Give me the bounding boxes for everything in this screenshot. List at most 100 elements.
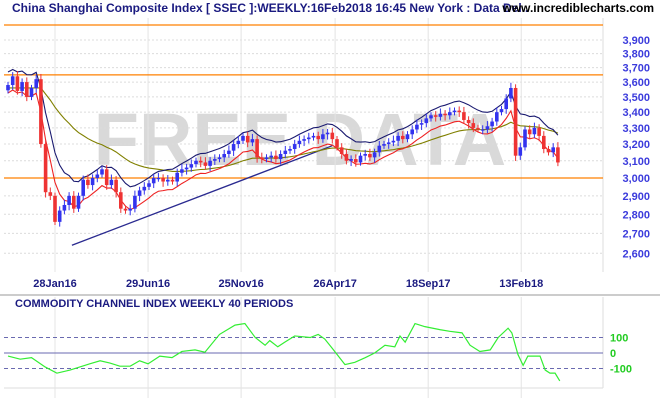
candle-body xyxy=(278,154,283,160)
candle-body xyxy=(476,127,480,130)
candle xyxy=(523,126,527,151)
price-tick-label: 3,500 xyxy=(622,92,650,104)
candle-body xyxy=(523,129,527,148)
candle-body xyxy=(344,154,349,161)
candle-body xyxy=(274,155,278,160)
price-tick-label: 3,900 xyxy=(622,35,650,47)
candle-body xyxy=(504,98,508,110)
candle-body xyxy=(513,87,518,156)
date-tick-label: 13Feb18 xyxy=(499,278,543,290)
candle-body xyxy=(325,132,330,135)
candle-body xyxy=(213,159,217,161)
date-tick-label: 18Sep17 xyxy=(406,278,451,290)
candle-body xyxy=(100,169,104,175)
price-tick-label: 3,200 xyxy=(622,139,650,151)
candle-body xyxy=(410,129,414,135)
candle-body xyxy=(372,152,377,158)
candle-body xyxy=(546,149,551,153)
candle-body xyxy=(288,149,292,151)
candle-body xyxy=(405,134,410,140)
candle-body xyxy=(443,113,447,116)
candle xyxy=(532,122,537,138)
candle-body xyxy=(231,144,236,151)
candle-body xyxy=(95,174,100,178)
candle-body xyxy=(556,147,560,163)
candle-body xyxy=(255,139,259,158)
candle-body xyxy=(25,82,29,97)
candle-body xyxy=(156,178,161,180)
candle xyxy=(142,182,147,195)
candle-body xyxy=(316,135,320,140)
candle xyxy=(119,187,123,213)
candle-body xyxy=(137,190,142,196)
candle-body xyxy=(311,135,316,138)
candle xyxy=(29,84,34,101)
price-tick-label: 3,300 xyxy=(622,123,650,135)
candle-body xyxy=(175,172,179,182)
price-tick-label: 3,400 xyxy=(622,107,650,119)
price-tick-label: 3,800 xyxy=(622,49,650,61)
cci-line xyxy=(7,322,561,382)
price-tick-label: 2,900 xyxy=(622,191,650,203)
price-tick-label: 3,700 xyxy=(622,63,650,75)
candle-body xyxy=(335,139,339,148)
price-tick-label: 2,700 xyxy=(622,228,650,240)
candle-body xyxy=(448,112,452,116)
candle-body xyxy=(29,87,34,97)
date-tick-label: 25Nov16 xyxy=(218,278,263,290)
candle xyxy=(62,199,67,215)
candle-body xyxy=(466,119,471,124)
candle xyxy=(48,187,53,201)
candle-body xyxy=(292,144,297,150)
candle xyxy=(25,77,29,102)
candle-body xyxy=(551,147,555,153)
candle-body xyxy=(424,118,429,124)
candle-body xyxy=(438,113,443,117)
candle-body xyxy=(15,76,20,91)
price-tick-label: 2,600 xyxy=(622,248,650,260)
cci-tick-label: -100 xyxy=(610,364,632,376)
candle xyxy=(128,204,132,216)
candle-body xyxy=(236,140,241,145)
cci-tick-label: 0 xyxy=(610,348,616,360)
candle xyxy=(546,145,551,156)
candle-body xyxy=(67,195,71,205)
candle-body xyxy=(532,127,537,135)
candle xyxy=(556,142,560,167)
candle-body xyxy=(208,160,212,166)
candle-body xyxy=(20,82,24,91)
candle-body xyxy=(114,179,118,193)
candle-body xyxy=(189,164,194,168)
candle xyxy=(527,125,532,140)
candle-body xyxy=(485,126,490,130)
candle-body xyxy=(119,192,123,209)
candle-body xyxy=(166,179,170,182)
price-tick-label: 3,600 xyxy=(622,77,650,89)
candle-body xyxy=(302,139,306,141)
candle-body xyxy=(462,112,466,120)
candle-body xyxy=(194,160,198,165)
candle-body xyxy=(184,167,189,170)
candle xyxy=(509,82,513,103)
candle-body xyxy=(509,87,513,99)
candle-body xyxy=(415,124,419,130)
candle-body xyxy=(457,110,461,113)
candle-body xyxy=(109,179,114,186)
candle xyxy=(57,206,62,227)
candle-body xyxy=(147,183,151,187)
price-tick-label: 2,800 xyxy=(622,209,650,221)
candle xyxy=(137,186,142,202)
candle-body xyxy=(227,150,231,155)
candle-body xyxy=(222,154,226,158)
candle-body xyxy=(10,76,15,86)
candle-body xyxy=(542,135,546,150)
candle-body xyxy=(72,195,76,209)
candle xyxy=(72,191,76,213)
candle-body xyxy=(518,147,523,156)
candle xyxy=(67,192,71,211)
date-tick-label: 26Apr17 xyxy=(313,278,356,290)
candle-body xyxy=(339,147,344,155)
candle-body xyxy=(142,186,147,191)
candle-body xyxy=(250,139,255,143)
cci-tick-label: 100 xyxy=(610,333,628,345)
